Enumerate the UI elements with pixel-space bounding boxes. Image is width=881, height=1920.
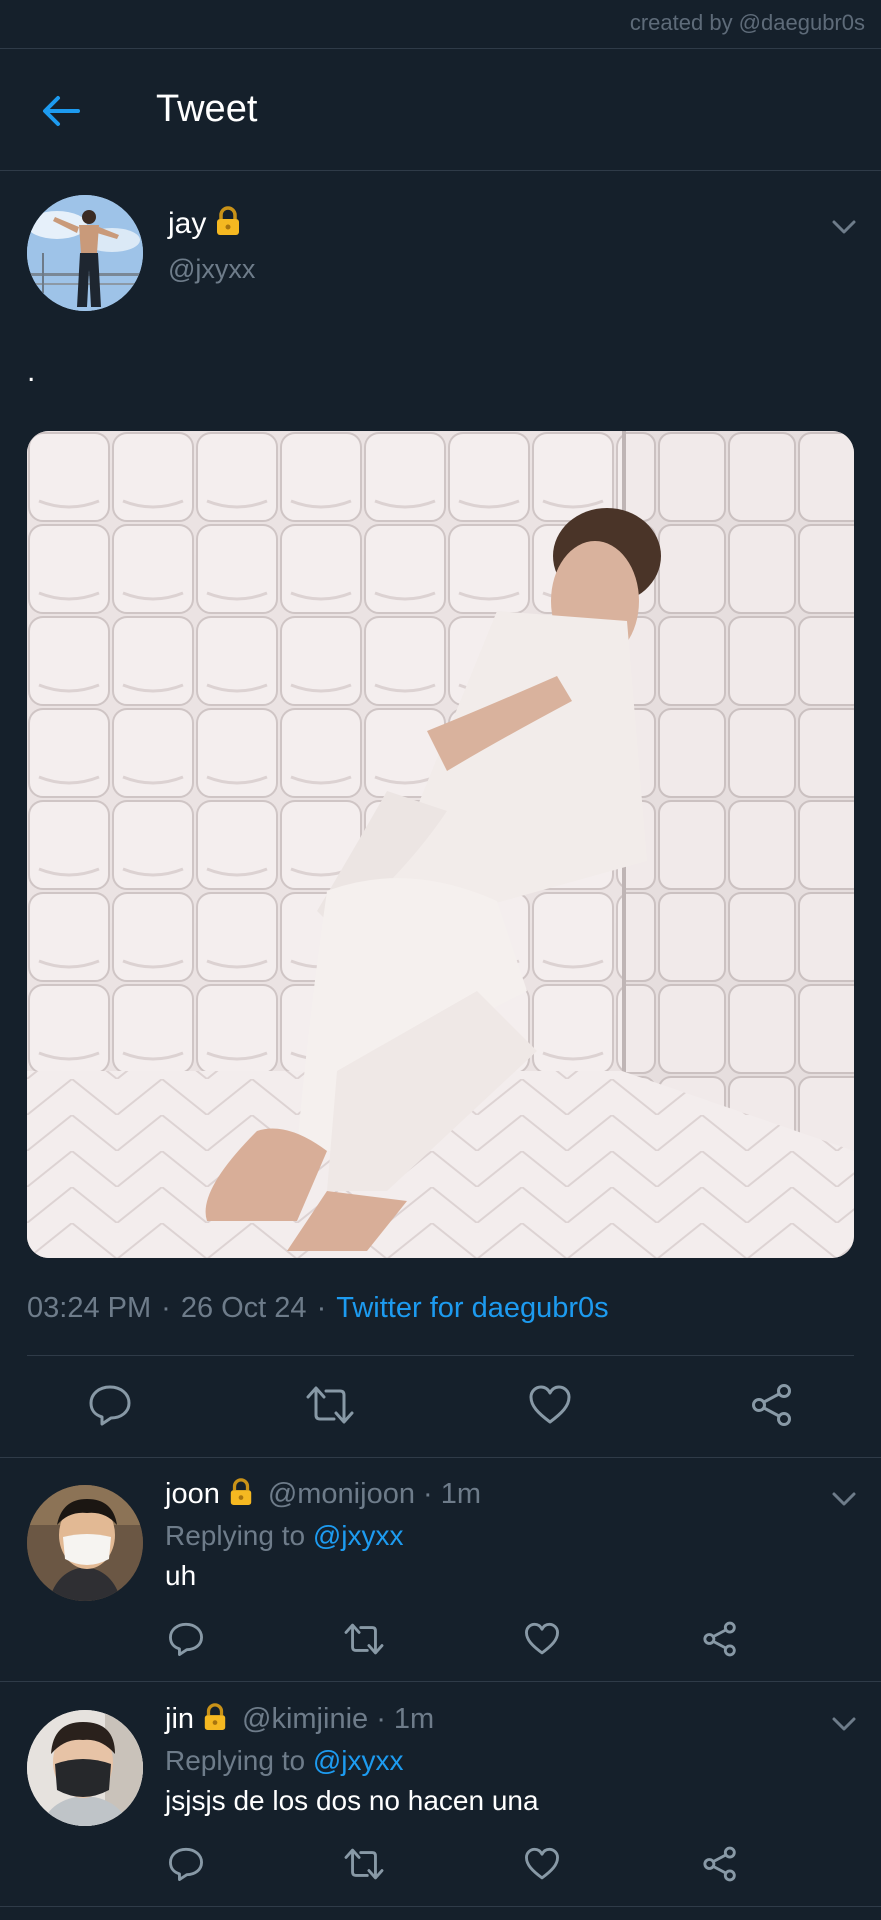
reply-divider [0,1681,881,1682]
lock-icon [228,1478,254,1514]
retweet-icon [344,1848,384,1880]
reply-button[interactable] [168,1621,204,1662]
author-handle[interactable]: @jxyxx [168,254,255,285]
lock-icon [202,1703,228,1739]
chevron-down-icon [832,1717,856,1731]
tweet-source-link[interactable]: Twitter for daegubr0s [336,1292,608,1324]
share-icon [703,1846,736,1882]
avatar[interactable] [27,1710,143,1826]
reply-time: · 1m [376,1703,435,1735]
avatar[interactable] [27,195,143,311]
reply-options-button[interactable] [830,1490,858,1508]
reply-header: joon @monijoon · 1m [165,1478,481,1514]
share-button[interactable] [750,1383,794,1432]
tweet-time: 03:24 PM [27,1292,152,1324]
avatar-photo [27,1710,143,1826]
padded-room-photo [27,431,854,1258]
share-icon [703,1621,736,1657]
header-divider [0,170,881,171]
reply-text: uh [165,1560,197,1591]
like-button[interactable] [524,1846,560,1887]
replying-to-mention[interactable]: @jxyxx [313,1745,404,1776]
avatar-photo [27,1485,143,1601]
page-title: Tweet [156,88,258,130]
replying-to: Replying to @jxyxx [165,1520,404,1551]
replying-to-mention[interactable]: @jxyxx [313,1520,404,1551]
back-arrow-icon [43,96,80,126]
reply-icon [169,1622,203,1656]
meta-divider [27,1355,854,1356]
chevron-down-icon [832,220,856,234]
avatar[interactable] [27,1485,143,1601]
thread-divider [0,1457,881,1458]
reply-text: jsjsjs de los dos no hacen una [165,1785,539,1816]
retweet-button[interactable] [344,1846,384,1887]
reply-author-handle[interactable]: @monijoon [268,1478,415,1510]
tweet-options-button[interactable] [830,218,858,236]
tweet-media-image[interactable] [27,431,854,1258]
share-button[interactable] [702,1621,738,1662]
author-name-text: jay [168,207,207,240]
reply-author-name: jin [165,1703,195,1735]
top-divider [0,48,881,49]
reply-divider [0,1906,881,1907]
author-name: jay [168,206,242,244]
tweet-meta: 03:24 PM · 26 Oct 24 · Twitter for daegubr0s [27,1292,609,1324]
reply-header: jin @kimjinie · 1m [165,1703,434,1739]
share-icon [752,1384,791,1426]
reply-author-handle[interactable]: @kimjinie [242,1703,368,1735]
lock-icon [214,206,242,244]
like-icon [525,1622,559,1655]
tweet-text: . [27,355,36,388]
avatar-photo [27,195,143,311]
like-button[interactable] [524,1621,560,1662]
retweet-button[interactable] [344,1621,384,1662]
like-icon [525,1847,559,1880]
reply-time: · 1m [423,1478,482,1510]
reply-author-name: joon [165,1478,220,1510]
retweet-button[interactable] [306,1383,354,1432]
like-button[interactable] [528,1383,572,1432]
retweet-icon [344,1623,384,1655]
tweet-date: 26 Oct 24 [180,1292,307,1324]
chevron-down-icon [832,1492,856,1506]
back-button[interactable] [40,90,82,132]
reply-options-button[interactable] [830,1715,858,1733]
reply-button[interactable] [168,1846,204,1887]
reply-icon [89,1385,131,1426]
reply-icon [169,1847,203,1881]
replying-to: Replying to @jxyxx [165,1745,404,1776]
retweet-icon [306,1386,354,1424]
share-button[interactable] [702,1846,738,1887]
like-icon [529,1385,571,1424]
reply-button[interactable] [88,1383,132,1432]
created-by-credit: created by @daegubr0s [629,10,865,35]
